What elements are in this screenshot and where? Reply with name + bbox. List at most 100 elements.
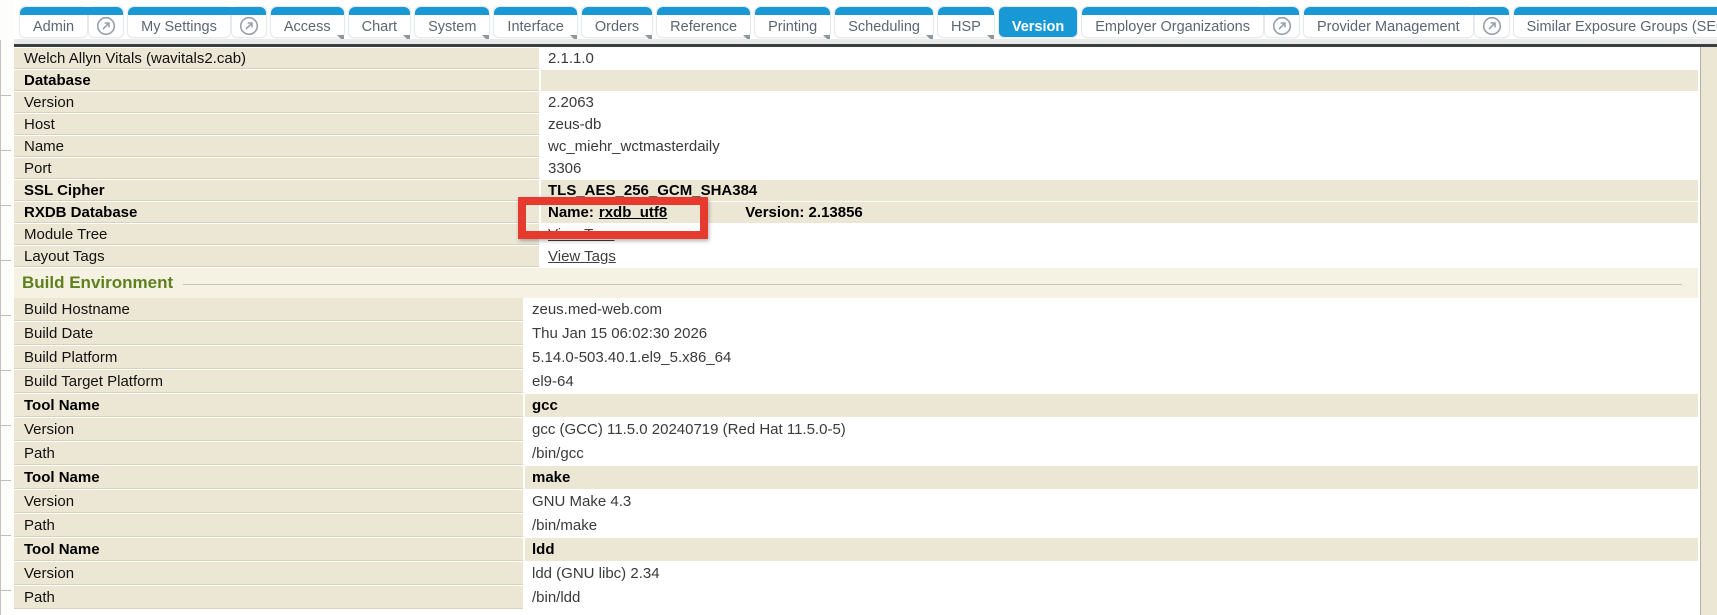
row-label-cell: Build Platform	[14, 346, 525, 369]
table-row: Build Target Platform el9-64	[14, 370, 1698, 394]
right-margin-line	[1700, 47, 1701, 615]
tab-label: Scheduling	[848, 19, 920, 35]
view-link[interactable]: View Tags	[548, 248, 616, 265]
tab-employer-organizations: Employer Organizations	[1082, 7, 1299, 37]
tab-label: Version	[1012, 19, 1064, 35]
tab-chart: Chart	[349, 7, 410, 37]
row-label: Tool Name	[24, 397, 100, 414]
row-label-cell: Tool Name	[14, 466, 525, 489]
tab-hsp-button[interactable]: HSP	[938, 7, 994, 37]
tab-label: Orders	[595, 19, 639, 35]
tab-label: Similar Exposure Groups (SEGs)	[1527, 19, 1717, 35]
row-value: 5.14.0-503.40.1.el9_5.x86_64	[532, 349, 731, 366]
tab-system-button[interactable]: System	[415, 7, 489, 37]
row-label: Module Tree	[24, 226, 107, 243]
row-value: GNU Make 4.3	[532, 493, 631, 510]
popout-button[interactable]	[89, 7, 123, 37]
row-label-cell: Welch Allyn Vitals (wavitals2.cab)	[14, 48, 541, 69]
tab-reference-button[interactable]: Reference	[657, 7, 750, 37]
tab-interface: Interface	[494, 7, 576, 37]
table-row: RXDB DatabaseName:rxdb_utf8Version: 2.13…	[14, 202, 1698, 224]
popout-button[interactable]	[1475, 7, 1509, 37]
external-link-icon	[1272, 16, 1292, 36]
dropdown-corner-icon	[926, 35, 933, 39]
tab-chart-button[interactable]: Chart	[349, 7, 410, 37]
dropdown-corner-icon	[743, 35, 750, 39]
tab-scheduling: Scheduling	[835, 7, 933, 37]
tab-label: Provider Management	[1317, 19, 1460, 35]
popout-button[interactable]	[232, 7, 266, 37]
row-label-cell: Path	[14, 514, 525, 537]
dropdown-corner-icon	[987, 35, 994, 39]
tab-label: Chart	[362, 19, 397, 35]
tab-similar-exposure-groups-segs-button[interactable]: Similar Exposure Groups (SEGs)	[1514, 7, 1717, 37]
row-label-cell: Tool Name	[14, 538, 525, 561]
tab-orders-button[interactable]: Orders	[582, 7, 652, 37]
row-value: /bin/gcc	[532, 445, 584, 462]
row-label-cell: Version	[14, 418, 525, 441]
row-value: /bin/ldd	[532, 589, 580, 606]
row-label: Path	[24, 517, 55, 534]
table-row: Build DateThu Jan 15 06:02:30 2026	[14, 322, 1698, 346]
table-row: Version GNU Make 4.3	[14, 490, 1698, 514]
row-label-cell: Module Tree	[14, 224, 541, 245]
row-value: 2.2063	[548, 94, 594, 111]
row-value: wc_miehr_wctmasterdaily	[548, 138, 720, 155]
tab-provider-management-button[interactable]: Provider Management	[1304, 7, 1473, 37]
tab-admin: Admin	[20, 7, 123, 37]
external-link-icon	[1482, 16, 1502, 36]
table-row: Version ldd (GNU libc) 2.34	[14, 562, 1698, 586]
row-label: Build Hostname	[24, 301, 130, 318]
row-label-cell: Version	[14, 92, 541, 113]
row-value-cell: GNU Make 4.3	[525, 490, 1698, 513]
row-value: 2.1.1.0	[548, 50, 594, 67]
row-label-cell: Name	[14, 136, 541, 157]
popout-button[interactable]	[1265, 7, 1299, 37]
table-row: Build Hostname zeus.med-web.com	[14, 298, 1698, 322]
table-row: Welch Allyn Vitals (wavitals2.cab) 2.1.1.…	[14, 48, 1698, 70]
row-label: Version	[24, 421, 74, 438]
left-gutter	[0, 0, 13, 615]
row-label: Version	[24, 565, 74, 582]
table-row: Path/bin/ldd	[14, 586, 1698, 610]
tab-hsp: HSP	[938, 7, 994, 37]
tab-admin-button[interactable]: Admin	[20, 7, 87, 37]
row-value-cell: zeus.med-web.com	[525, 298, 1698, 321]
row-label-cell: Port	[14, 158, 541, 179]
tab-label: Access	[284, 19, 331, 35]
tab-version-button[interactable]: Version	[999, 7, 1077, 37]
row-label: Build Date	[24, 325, 93, 342]
row-label: Build Target Platform	[24, 373, 163, 390]
row-label-cell: Build Date	[14, 322, 525, 345]
gutter-tick-marks	[0, 95, 11, 600]
row-value: gcc (GCC) 11.5.0 20240719 (Red Hat 11.5.…	[532, 421, 846, 438]
row-value: ldd (GNU libc) 2.34	[532, 565, 660, 582]
tab-my-settings-button[interactable]: My Settings	[128, 7, 230, 37]
tab-printing-button[interactable]: Printing	[755, 7, 830, 37]
row-label-cell: Version	[14, 490, 525, 513]
dropdown-corner-icon	[645, 35, 652, 39]
dropdown-corner-icon	[337, 35, 344, 39]
row-label: Version	[24, 94, 74, 111]
tab-label: Reference	[670, 19, 737, 35]
row-label: Layout Tags	[24, 248, 105, 265]
tab-label: Employer Organizations	[1095, 19, 1250, 35]
row-value-cell: TLS_AES_256_GCM_SHA384	[541, 180, 1698, 201]
row-value: el9-64	[532, 373, 574, 390]
table-row: Version 2.2063	[14, 92, 1698, 114]
version-page: Welch Allyn Vitals (wavitals2.cab) 2.1.1.…	[14, 48, 1698, 610]
tab-access-button[interactable]: Access	[271, 7, 344, 37]
version-table: Welch Allyn Vitals (wavitals2.cab) 2.1.1.…	[14, 48, 1698, 268]
tab-reference: Reference	[657, 7, 750, 37]
row-label: Version	[24, 493, 74, 510]
row-value-cell	[541, 70, 1698, 91]
tab-scheduling-button[interactable]: Scheduling	[835, 7, 933, 37]
tab-label: Admin	[33, 19, 74, 35]
table-row: Path/bin/gcc	[14, 442, 1698, 466]
table-row: Tool Namegcc	[14, 394, 1698, 418]
table-row: Name wc_miehr_wctmasterdaily	[14, 136, 1698, 158]
tab-employer-organizations-button[interactable]: Employer Organizations	[1082, 7, 1263, 37]
tab-interface-button[interactable]: Interface	[494, 7, 576, 37]
build-environment-header: Build Environment	[14, 268, 1698, 298]
tab-printing: Printing	[755, 7, 830, 37]
